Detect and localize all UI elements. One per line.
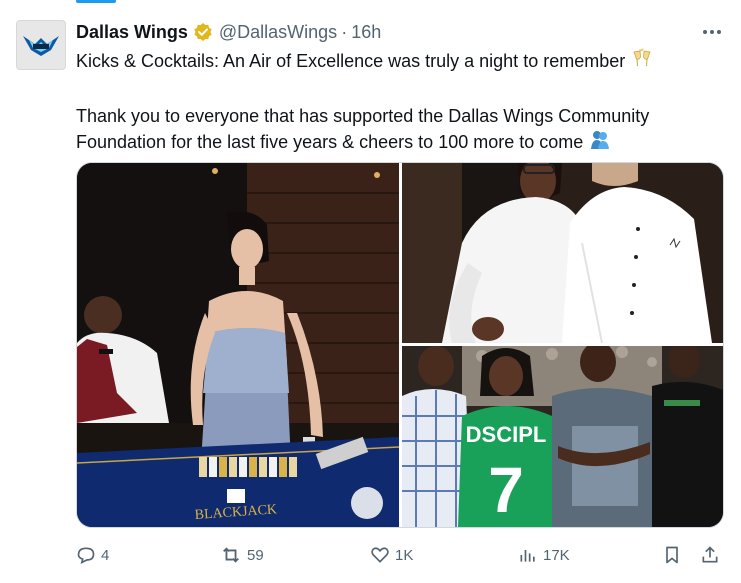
active-tab-indicator [76,0,116,3]
bookmark-button[interactable] [662,540,687,570]
photo-two-guests[interactable] [402,163,723,343]
clinking-glasses-icon [631,48,653,77]
reply-count: 4 [101,546,110,564]
repost-count: 59 [247,546,264,564]
more-options-icon[interactable] [698,22,726,42]
author-name[interactable]: Dallas Wings [76,22,188,43]
dallas-wings-logo-icon [23,36,59,56]
author-handle[interactable]: @DallasWings [219,22,337,43]
analytics-icon [520,550,535,562]
avatar[interactable] [16,20,66,70]
share-icon [702,546,718,563]
hugging-people-icon [589,129,611,158]
photo-grid: BLACKJACK DSCIPL 7 [76,162,724,528]
repost-icon [223,547,239,563]
like-count: 1K [395,546,414,564]
reply-icon [77,547,95,565]
bookmark-icon [666,546,678,564]
verified-badge-icon[interactable] [193,22,213,42]
repost-button[interactable]: 59 [220,540,264,570]
heart-icon [371,547,389,563]
photo-blackjack-table[interactable]: BLACKJACK [77,163,399,527]
tweet-text: Kicks & Cocktails: An Air of Excellence … [76,48,716,158]
photo-group[interactable]: DSCIPL 7 [402,346,723,527]
separator-dot: · [341,21,348,42]
jersey-number: 7 [488,454,524,526]
share-button[interactable] [700,540,725,570]
views-button[interactable]: 17K [518,540,570,570]
timestamp[interactable]: 16h [351,22,381,43]
action-bar: 4 59 1K 17K [76,540,726,570]
jersey-text: DSCIPL [466,422,547,447]
tweet-header: Dallas Wings @DallasWings · 16h [76,20,381,44]
tweet-text-line1: Kicks & Cocktails: An Air of Excellence … [76,51,626,71]
like-button[interactable]: 1K [370,540,413,570]
tweet-text-line2: Thank you to everyone that has supported… [76,106,650,152]
view-count: 17K [543,546,570,564]
reply-button[interactable]: 4 [76,540,109,570]
